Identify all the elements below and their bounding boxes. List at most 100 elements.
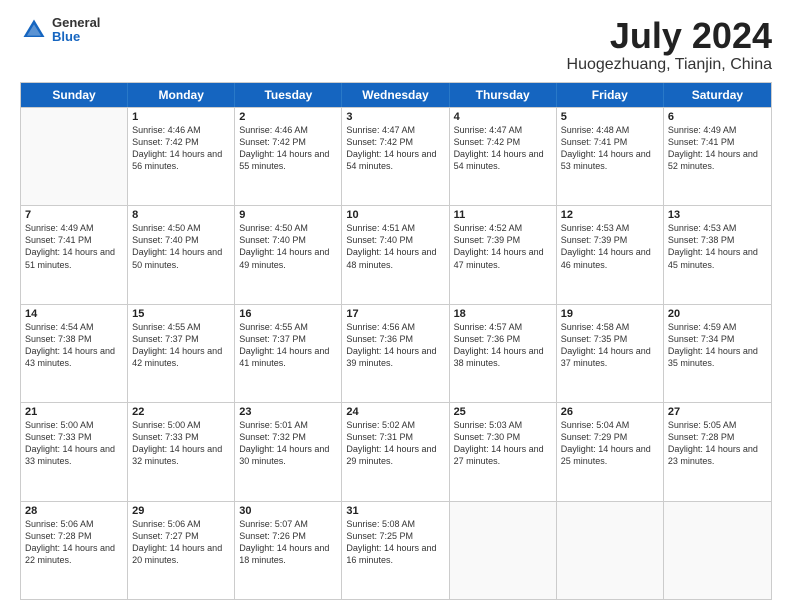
- cal-cell: 28Sunrise: 5:06 AMSunset: 7:28 PMDayligh…: [21, 502, 128, 599]
- main-title: July 2024: [567, 16, 772, 56]
- header: General Blue July 2024 Huogezhuang, Tian…: [20, 16, 772, 74]
- title-block: July 2024 Huogezhuang, Tianjin, China: [567, 16, 772, 74]
- day-number: 10: [346, 209, 444, 221]
- cell-info: Sunrise: 5:02 AMSunset: 7:31 PMDaylight:…: [346, 419, 444, 468]
- cal-header-day: Wednesday: [342, 83, 449, 107]
- cal-cell: 13Sunrise: 4:53 AMSunset: 7:38 PMDayligh…: [664, 206, 771, 303]
- day-number: 23: [239, 406, 337, 418]
- day-number: 6: [668, 111, 767, 123]
- day-number: 25: [454, 406, 552, 418]
- day-number: 19: [561, 308, 659, 320]
- cell-info: Sunrise: 4:50 AMSunset: 7:40 PMDaylight:…: [132, 222, 230, 271]
- cell-info: Sunrise: 4:48 AMSunset: 7:41 PMDaylight:…: [561, 124, 659, 173]
- cell-info: Sunrise: 5:05 AMSunset: 7:28 PMDaylight:…: [668, 419, 767, 468]
- cell-info: Sunrise: 4:56 AMSunset: 7:36 PMDaylight:…: [346, 321, 444, 370]
- cal-week: 1Sunrise: 4:46 AMSunset: 7:42 PMDaylight…: [21, 107, 771, 205]
- cal-cell: [557, 502, 664, 599]
- day-number: 15: [132, 308, 230, 320]
- cal-cell: 29Sunrise: 5:06 AMSunset: 7:27 PMDayligh…: [128, 502, 235, 599]
- cell-info: Sunrise: 5:00 AMSunset: 7:33 PMDaylight:…: [132, 419, 230, 468]
- cal-cell: 27Sunrise: 5:05 AMSunset: 7:28 PMDayligh…: [664, 403, 771, 500]
- cal-cell: 14Sunrise: 4:54 AMSunset: 7:38 PMDayligh…: [21, 305, 128, 402]
- cell-info: Sunrise: 4:47 AMSunset: 7:42 PMDaylight:…: [346, 124, 444, 173]
- cal-cell: 18Sunrise: 4:57 AMSunset: 7:36 PMDayligh…: [450, 305, 557, 402]
- cal-cell: 12Sunrise: 4:53 AMSunset: 7:39 PMDayligh…: [557, 206, 664, 303]
- day-number: 31: [346, 505, 444, 517]
- cell-info: Sunrise: 4:54 AMSunset: 7:38 PMDaylight:…: [25, 321, 123, 370]
- day-number: 12: [561, 209, 659, 221]
- cal-cell: 20Sunrise: 4:59 AMSunset: 7:34 PMDayligh…: [664, 305, 771, 402]
- day-number: 7: [25, 209, 123, 221]
- cell-info: Sunrise: 4:55 AMSunset: 7:37 PMDaylight:…: [239, 321, 337, 370]
- cell-info: Sunrise: 4:53 AMSunset: 7:39 PMDaylight:…: [561, 222, 659, 271]
- day-number: 5: [561, 111, 659, 123]
- day-number: 20: [668, 308, 767, 320]
- cal-cell: 2Sunrise: 4:46 AMSunset: 7:42 PMDaylight…: [235, 108, 342, 205]
- cal-cell: 4Sunrise: 4:47 AMSunset: 7:42 PMDaylight…: [450, 108, 557, 205]
- day-number: 14: [25, 308, 123, 320]
- cal-cell: 6Sunrise: 4:49 AMSunset: 7:41 PMDaylight…: [664, 108, 771, 205]
- cell-info: Sunrise: 4:58 AMSunset: 7:35 PMDaylight:…: [561, 321, 659, 370]
- cal-cell: 7Sunrise: 4:49 AMSunset: 7:41 PMDaylight…: [21, 206, 128, 303]
- cal-cell: 26Sunrise: 5:04 AMSunset: 7:29 PMDayligh…: [557, 403, 664, 500]
- cal-cell: 19Sunrise: 4:58 AMSunset: 7:35 PMDayligh…: [557, 305, 664, 402]
- cal-cell: 25Sunrise: 5:03 AMSunset: 7:30 PMDayligh…: [450, 403, 557, 500]
- logo-blue: Blue: [52, 30, 100, 44]
- cal-cell: 10Sunrise: 4:51 AMSunset: 7:40 PMDayligh…: [342, 206, 449, 303]
- cal-cell: [450, 502, 557, 599]
- day-number: 28: [25, 505, 123, 517]
- cal-cell: 1Sunrise: 4:46 AMSunset: 7:42 PMDaylight…: [128, 108, 235, 205]
- cell-info: Sunrise: 4:49 AMSunset: 7:41 PMDaylight:…: [668, 124, 767, 173]
- cal-header-day: Saturday: [664, 83, 771, 107]
- cal-cell: 15Sunrise: 4:55 AMSunset: 7:37 PMDayligh…: [128, 305, 235, 402]
- cell-info: Sunrise: 5:07 AMSunset: 7:26 PMDaylight:…: [239, 518, 337, 567]
- cal-cell: [21, 108, 128, 205]
- cell-info: Sunrise: 4:47 AMSunset: 7:42 PMDaylight:…: [454, 124, 552, 173]
- cal-header-day: Monday: [128, 83, 235, 107]
- calendar: SundayMondayTuesdayWednesdayThursdayFrid…: [20, 82, 772, 600]
- calendar-header: SundayMondayTuesdayWednesdayThursdayFrid…: [21, 83, 771, 107]
- cell-info: Sunrise: 5:04 AMSunset: 7:29 PMDaylight:…: [561, 419, 659, 468]
- day-number: 3: [346, 111, 444, 123]
- cell-info: Sunrise: 4:49 AMSunset: 7:41 PMDaylight:…: [25, 222, 123, 271]
- calendar-body: 1Sunrise: 4:46 AMSunset: 7:42 PMDaylight…: [21, 107, 771, 599]
- day-number: 8: [132, 209, 230, 221]
- logo: General Blue: [20, 16, 100, 45]
- cal-cell: 31Sunrise: 5:08 AMSunset: 7:25 PMDayligh…: [342, 502, 449, 599]
- cell-info: Sunrise: 4:46 AMSunset: 7:42 PMDaylight:…: [132, 124, 230, 173]
- cal-week: 21Sunrise: 5:00 AMSunset: 7:33 PMDayligh…: [21, 402, 771, 500]
- cell-info: Sunrise: 4:46 AMSunset: 7:42 PMDaylight:…: [239, 124, 337, 173]
- day-number: 27: [668, 406, 767, 418]
- cell-info: Sunrise: 4:53 AMSunset: 7:38 PMDaylight:…: [668, 222, 767, 271]
- cal-cell: 5Sunrise: 4:48 AMSunset: 7:41 PMDaylight…: [557, 108, 664, 205]
- cell-info: Sunrise: 4:57 AMSunset: 7:36 PMDaylight:…: [454, 321, 552, 370]
- day-number: 24: [346, 406, 444, 418]
- cal-cell: 3Sunrise: 4:47 AMSunset: 7:42 PMDaylight…: [342, 108, 449, 205]
- cal-week: 14Sunrise: 4:54 AMSunset: 7:38 PMDayligh…: [21, 304, 771, 402]
- day-number: 26: [561, 406, 659, 418]
- cell-info: Sunrise: 4:55 AMSunset: 7:37 PMDaylight:…: [132, 321, 230, 370]
- logo-general: General: [52, 16, 100, 30]
- logo-text: General Blue: [52, 16, 100, 45]
- cell-info: Sunrise: 5:06 AMSunset: 7:28 PMDaylight:…: [25, 518, 123, 567]
- day-number: 11: [454, 209, 552, 221]
- cell-info: Sunrise: 5:06 AMSunset: 7:27 PMDaylight:…: [132, 518, 230, 567]
- cell-info: Sunrise: 4:50 AMSunset: 7:40 PMDaylight:…: [239, 222, 337, 271]
- cell-info: Sunrise: 5:03 AMSunset: 7:30 PMDaylight:…: [454, 419, 552, 468]
- cal-cell: [664, 502, 771, 599]
- day-number: 9: [239, 209, 337, 221]
- logo-icon: [20, 16, 48, 44]
- day-number: 4: [454, 111, 552, 123]
- cal-week: 28Sunrise: 5:06 AMSunset: 7:28 PMDayligh…: [21, 501, 771, 599]
- cal-header-day: Friday: [557, 83, 664, 107]
- cal-header-day: Thursday: [450, 83, 557, 107]
- day-number: 18: [454, 308, 552, 320]
- cal-cell: 9Sunrise: 4:50 AMSunset: 7:40 PMDaylight…: [235, 206, 342, 303]
- cal-week: 7Sunrise: 4:49 AMSunset: 7:41 PMDaylight…: [21, 205, 771, 303]
- cal-header-day: Tuesday: [235, 83, 342, 107]
- cell-info: Sunrise: 5:00 AMSunset: 7:33 PMDaylight:…: [25, 419, 123, 468]
- cell-info: Sunrise: 4:59 AMSunset: 7:34 PMDaylight:…: [668, 321, 767, 370]
- cal-cell: 22Sunrise: 5:00 AMSunset: 7:33 PMDayligh…: [128, 403, 235, 500]
- day-number: 30: [239, 505, 337, 517]
- page: General Blue July 2024 Huogezhuang, Tian…: [0, 0, 792, 612]
